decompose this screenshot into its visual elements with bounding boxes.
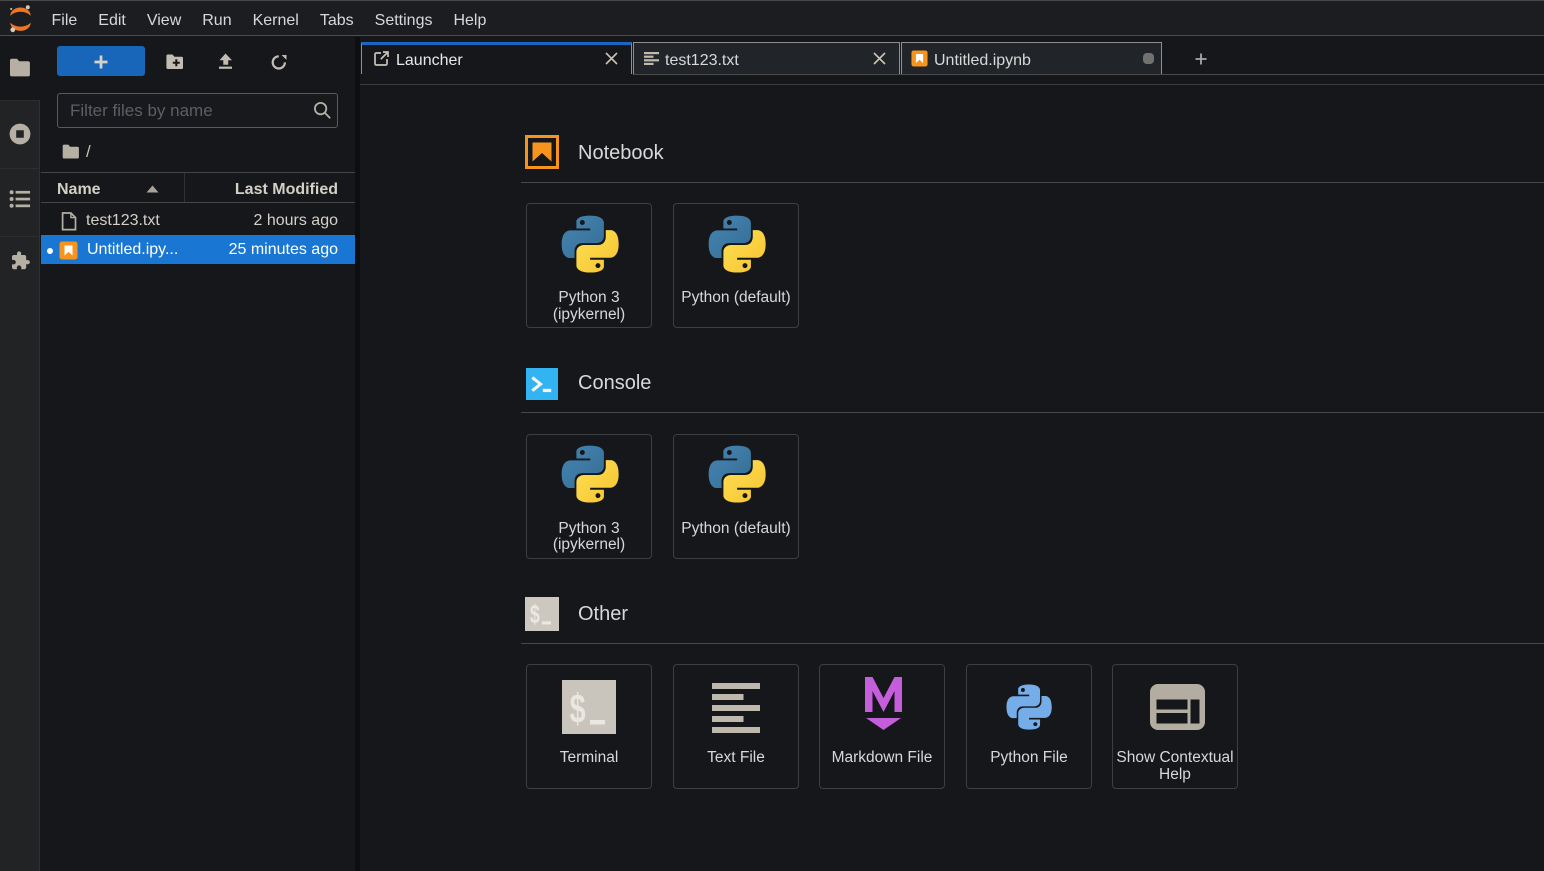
- svg-text:$: $: [570, 687, 586, 732]
- svg-text:$: $: [530, 600, 540, 629]
